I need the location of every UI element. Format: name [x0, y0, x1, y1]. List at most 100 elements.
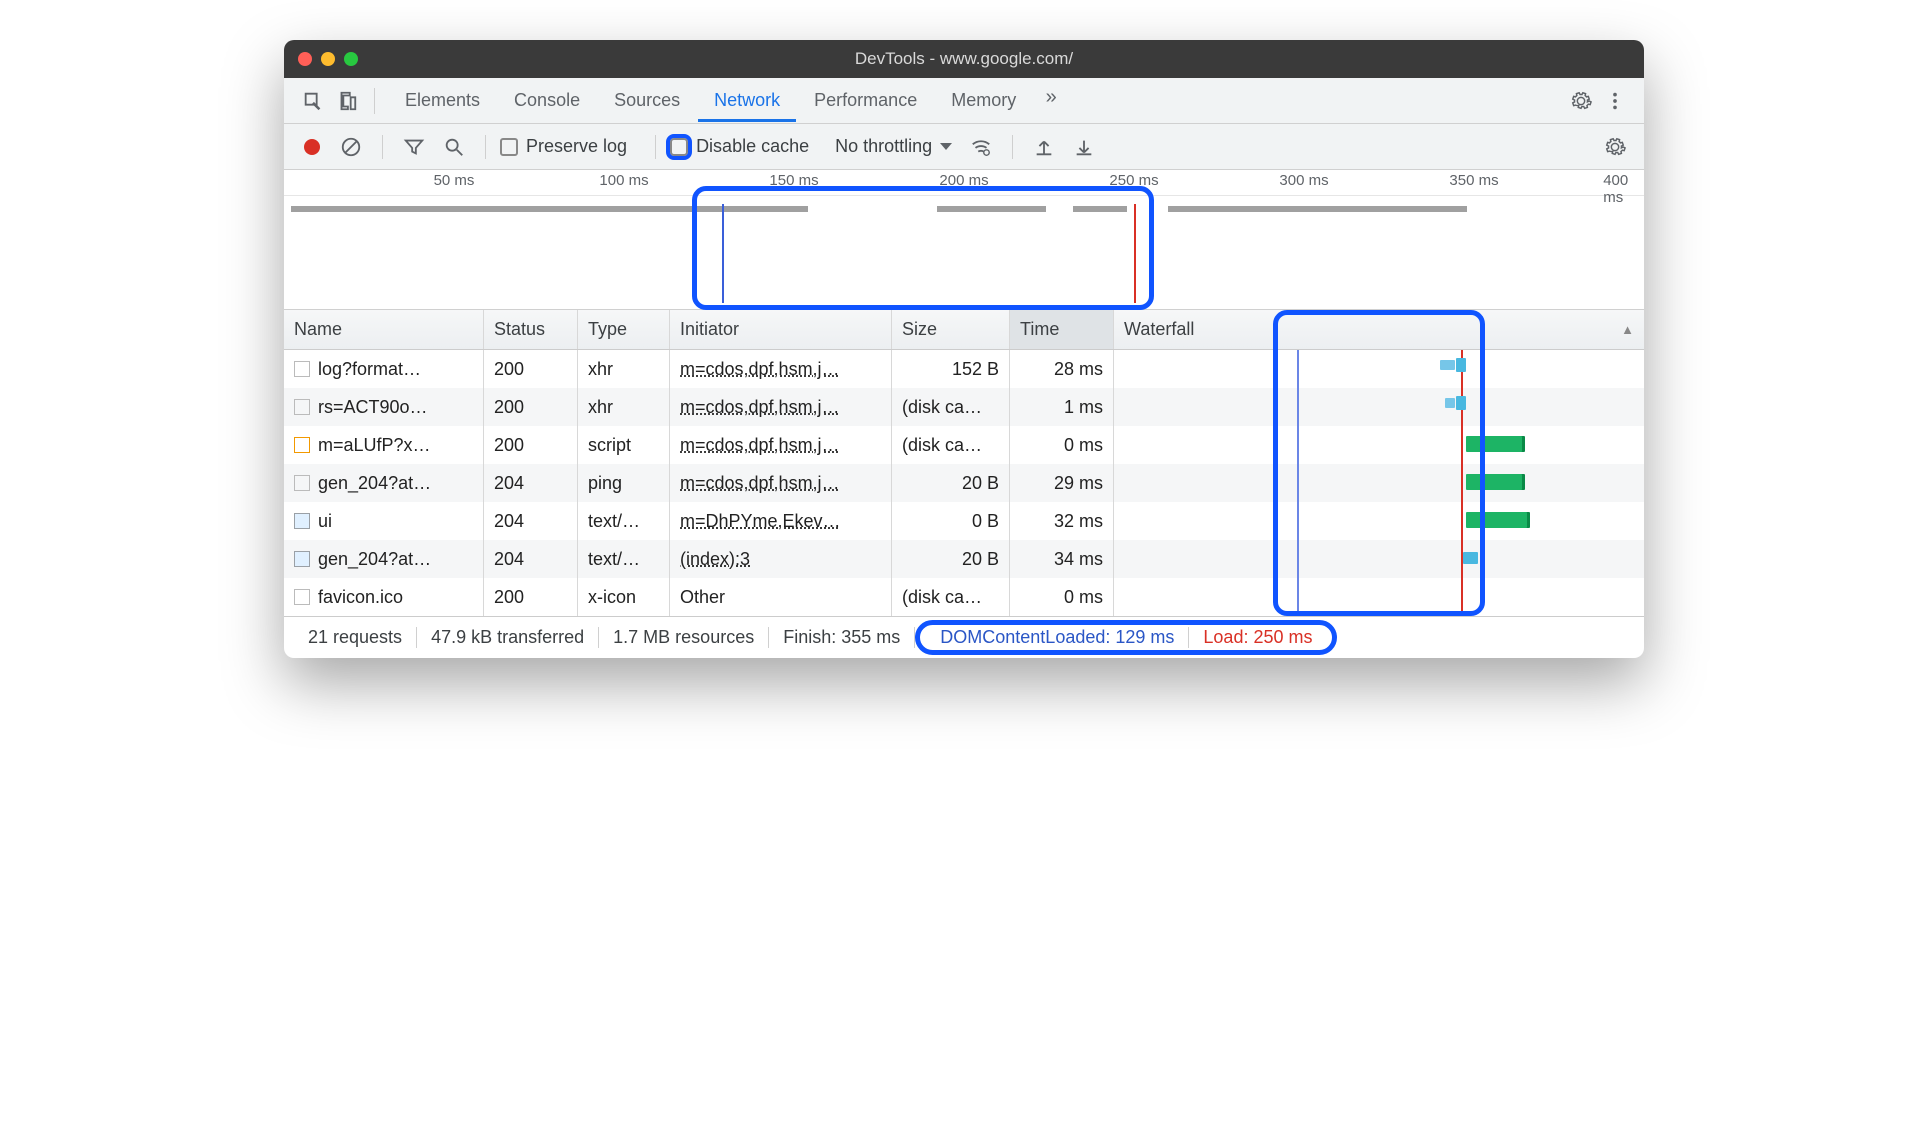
column-type[interactable]: Type	[578, 310, 670, 349]
cell-type: xhr	[578, 388, 670, 426]
tick-label: 100 ms	[599, 172, 648, 189]
cell-size: 0 B	[892, 502, 1010, 540]
status-requests: 21 requests	[294, 627, 417, 648]
cell-name: rs=ACT90o…	[318, 397, 428, 418]
cell-initiator[interactable]: m=cdos,dpf,hsm,j…	[680, 359, 840, 380]
cell-status: 200	[484, 350, 578, 388]
preserve-log-label: Preserve log	[526, 136, 627, 157]
cell-size: (disk ca…	[892, 388, 1010, 426]
network-conditions-icon[interactable]	[964, 130, 998, 164]
device-toggle-icon[interactable]	[330, 84, 364, 118]
search-icon[interactable]	[437, 130, 471, 164]
cell-status: 200	[484, 388, 578, 426]
cell-time: 32 ms	[1010, 502, 1114, 540]
tick-label: 350 ms	[1449, 172, 1498, 189]
kebab-menu-icon[interactable]	[1598, 84, 1632, 118]
cell-time: 0 ms	[1010, 426, 1114, 464]
more-tabs-icon[interactable]: »	[1034, 80, 1068, 114]
cell-time: 34 ms	[1010, 540, 1114, 578]
cell-size: (disk ca…	[892, 426, 1010, 464]
script-icon	[294, 437, 310, 453]
cell-size: 152 B	[892, 350, 1010, 388]
file-icon	[294, 589, 310, 605]
throttling-label: No throttling	[835, 136, 932, 157]
network-toolbar: Preserve log Disable cache No throttling	[284, 124, 1644, 170]
settings-gear-icon[interactable]	[1564, 84, 1598, 118]
column-name[interactable]: Name	[284, 310, 484, 349]
annotation-highlight	[1273, 310, 1485, 616]
column-status[interactable]: Status	[484, 310, 578, 349]
cell-type: x-icon	[578, 578, 670, 616]
cell-initiator[interactable]: m=cdos,dpf,hsm,j…	[680, 473, 840, 494]
cell-size: 20 B	[892, 464, 1010, 502]
cell-initiator[interactable]: (index):3	[680, 549, 750, 570]
disable-cache-checkbox[interactable]: Disable cache	[670, 136, 809, 157]
devtools-window: DevTools - www.google.com/ Elements Cons…	[284, 40, 1644, 658]
cell-size: 20 B	[892, 540, 1010, 578]
file-icon	[294, 361, 310, 377]
cell-initiator[interactable]: m=cdos,dpf,hsm,j…	[680, 397, 840, 418]
request-table: log?format… 200 xhr m=cdos,dpf,hsm,j… 15…	[284, 350, 1644, 616]
tick-label: 400 ms	[1603, 172, 1630, 206]
tab-elements[interactable]: Elements	[389, 80, 496, 121]
clear-icon[interactable]	[334, 130, 368, 164]
tab-console[interactable]: Console	[498, 80, 596, 121]
annotation-highlight	[692, 186, 1154, 310]
network-settings-gear-icon[interactable]	[1598, 130, 1632, 164]
record-icon[interactable]	[304, 139, 320, 155]
file-icon	[294, 399, 310, 415]
timeline-overview[interactable]: 50 ms 100 ms 150 ms 200 ms 250 ms 300 ms…	[284, 170, 1644, 310]
cell-status: 204	[484, 464, 578, 502]
chevron-down-icon	[940, 143, 952, 150]
tick-label: 50 ms	[434, 172, 475, 189]
window-title: DevTools - www.google.com/	[284, 49, 1644, 69]
inspect-icon[interactable]	[296, 84, 330, 118]
cell-status: 200	[484, 426, 578, 464]
status-load: Load: 250 ms	[1189, 627, 1326, 648]
cell-name: gen_204?at…	[318, 473, 431, 494]
cell-size: (disk ca…	[892, 578, 1010, 616]
tab-performance[interactable]: Performance	[798, 80, 933, 121]
status-finish: Finish: 355 ms	[769, 627, 915, 648]
separator	[374, 88, 375, 114]
cell-initiator[interactable]: m=cdos,dpf,hsm,j…	[680, 435, 840, 456]
cell-time: 29 ms	[1010, 464, 1114, 502]
column-time[interactable]: Time	[1010, 310, 1114, 349]
cell-name: m=aLUfP?x…	[318, 435, 431, 456]
cell-name: log?format…	[318, 359, 421, 380]
tab-memory[interactable]: Memory	[935, 80, 1032, 121]
status-dcl: DOMContentLoaded: 129 ms	[926, 627, 1189, 648]
cell-type: script	[578, 426, 670, 464]
cell-status: 200	[484, 578, 578, 616]
tab-network[interactable]: Network	[698, 80, 796, 121]
cell-name: gen_204?at…	[318, 549, 431, 570]
cell-name: favicon.ico	[318, 587, 403, 608]
cell-initiator[interactable]: m=DhPYme,Ekev…	[680, 511, 841, 532]
column-initiator[interactable]: Initiator	[670, 310, 892, 349]
status-bar: 21 requests 47.9 kB transferred 1.7 MB r…	[284, 616, 1644, 658]
titlebar: DevTools - www.google.com/	[284, 40, 1644, 78]
cell-time: 1 ms	[1010, 388, 1114, 426]
column-size[interactable]: Size	[892, 310, 1010, 349]
cell-time: 28 ms	[1010, 350, 1114, 388]
throttling-select[interactable]: No throttling	[829, 136, 958, 157]
panel-tabs: Elements Console Sources Network Perform…	[389, 80, 1068, 121]
disable-cache-label: Disable cache	[696, 136, 809, 157]
preserve-log-checkbox[interactable]: Preserve log	[500, 136, 627, 157]
cell-type: ping	[578, 464, 670, 502]
cell-type: text/…	[578, 502, 670, 540]
annotation-highlight: DOMContentLoaded: 129 ms Load: 250 ms	[915, 620, 1337, 655]
cell-name: ui	[318, 511, 332, 532]
main-tabbar: Elements Console Sources Network Perform…	[284, 78, 1644, 124]
tab-sources[interactable]: Sources	[598, 80, 696, 121]
file-icon	[294, 475, 310, 491]
status-resources: 1.7 MB resources	[599, 627, 769, 648]
export-har-icon[interactable]	[1067, 130, 1101, 164]
cell-initiator: Other	[680, 587, 725, 608]
cell-type: text/…	[578, 540, 670, 578]
filter-icon[interactable]	[397, 130, 431, 164]
import-har-icon[interactable]	[1027, 130, 1061, 164]
cell-type: xhr	[578, 350, 670, 388]
image-icon	[294, 513, 310, 529]
cell-status: 204	[484, 540, 578, 578]
